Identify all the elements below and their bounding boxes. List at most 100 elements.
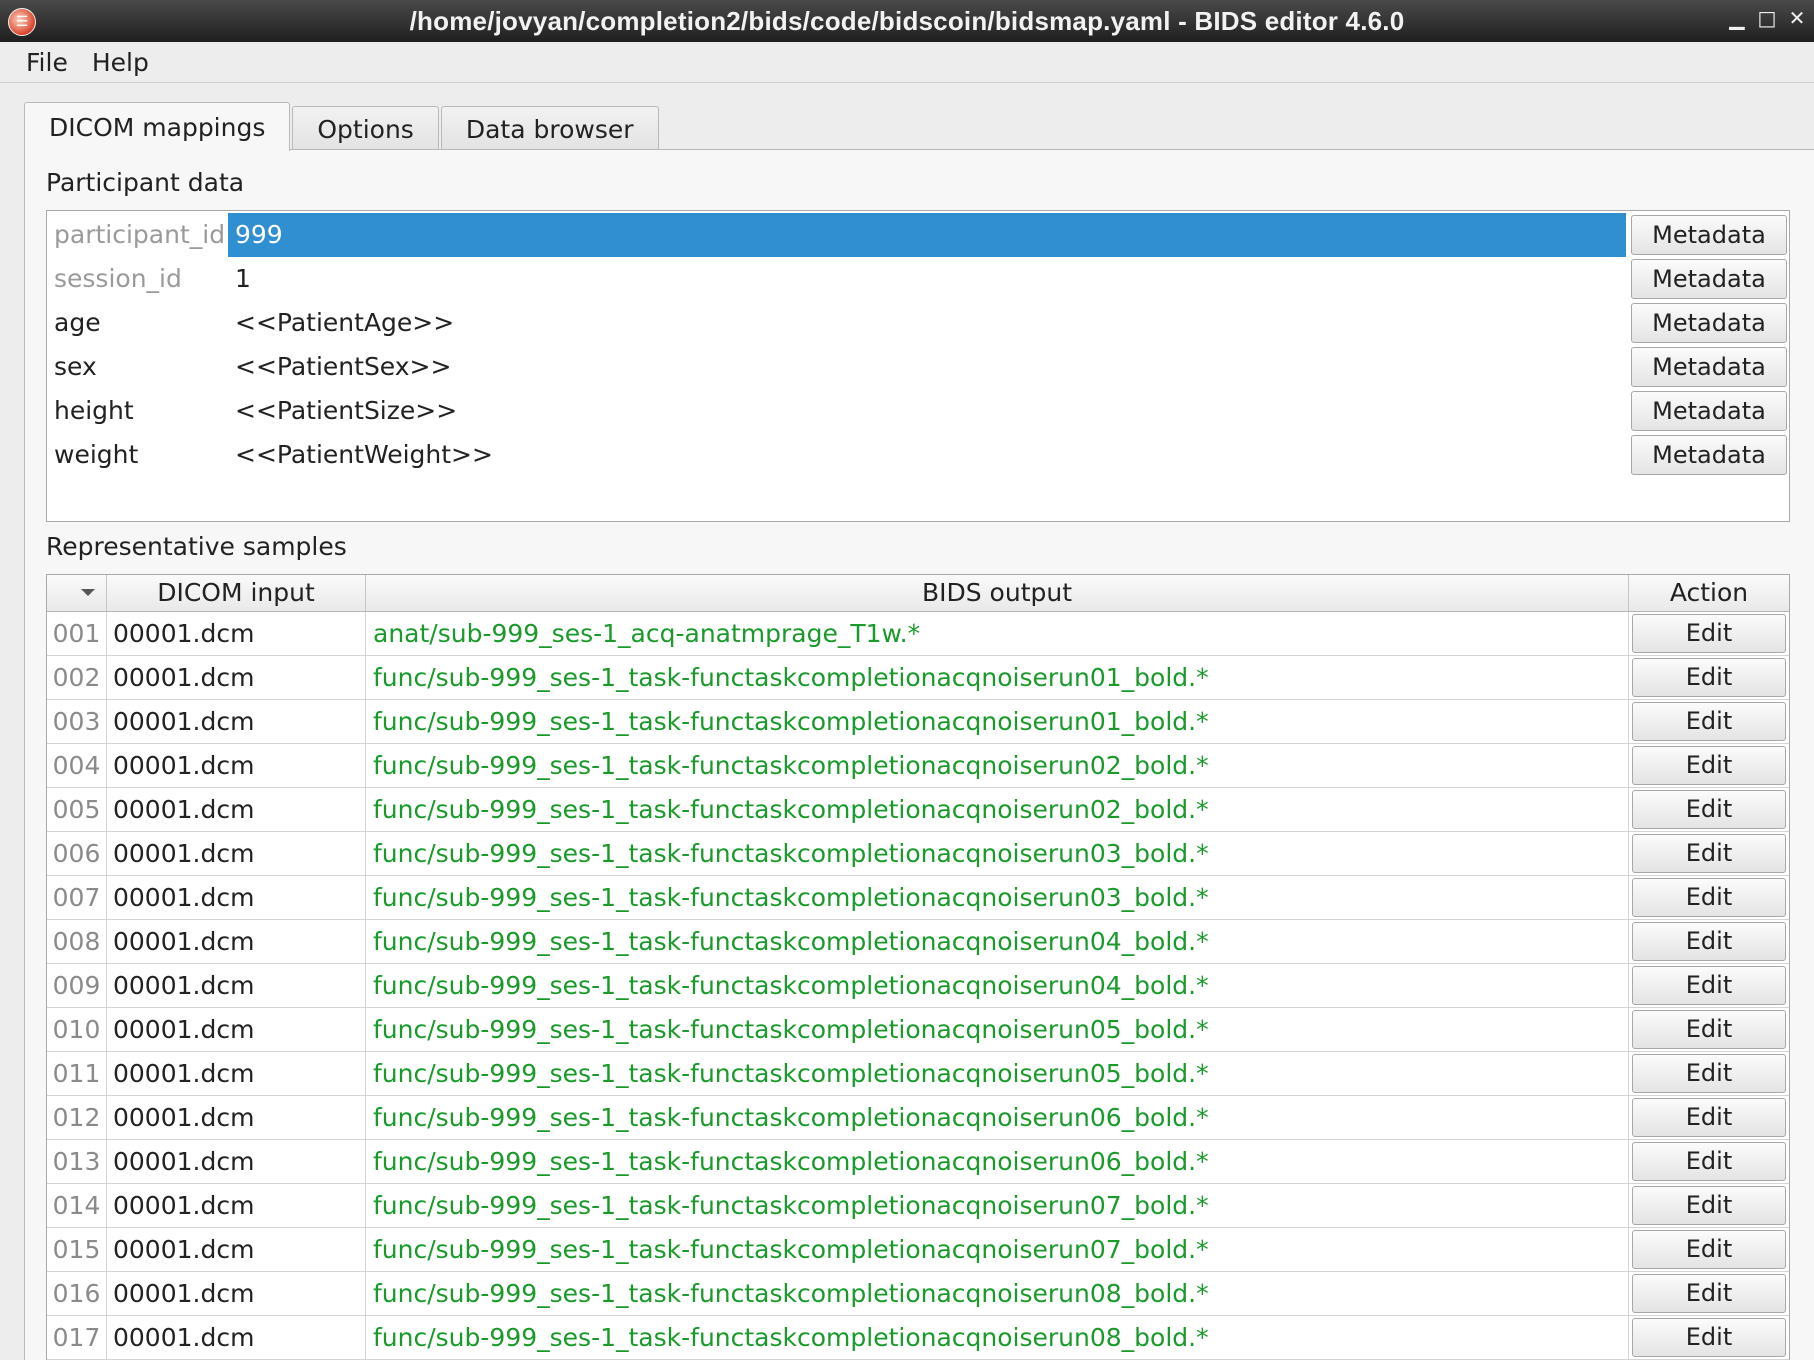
bids-output-cell[interactable]: func/sub-999_ses-1_task-functaskcompleti… [366,964,1629,1007]
table-row[interactable]: 002 00001.dcm func/sub-999_ses-1_task-func… [47,656,1789,700]
participant-value[interactable]: <<PatientAge>> [228,301,1626,345]
menu-help[interactable]: Help [80,48,161,77]
bids-output-cell[interactable]: func/sub-999_ses-1_task-functaskcompleti… [366,1096,1629,1139]
table-row[interactable]: 001 00001.dcm anat/sub-999_ses-1_acq-anatm… [47,612,1789,656]
dicom-input-cell[interactable]: 00001.dcm [107,744,366,787]
participant-value[interactable]: 999 [228,213,1626,257]
edit-button[interactable]: Edit [1632,1142,1786,1181]
bids-output-cell[interactable]: func/sub-999_ses-1_task-functaskcompleti… [366,744,1629,787]
metadata-button[interactable]: Metadata [1631,347,1787,387]
edit-button[interactable]: Edit [1632,1186,1786,1225]
dicom-input-cell[interactable]: 00001.dcm [107,612,366,655]
participant-row-session-id[interactable]: session_id 1 Metadata [47,257,1789,301]
bids-output-cell[interactable]: func/sub-999_ses-1_task-functaskcompleti… [366,876,1629,919]
column-header-dicom-input[interactable]: DICOM input [107,575,366,611]
metadata-button[interactable]: Metadata [1631,391,1787,431]
table-row[interactable]: 008 00001.dcm func/sub-999_ses-1_task-func… [47,920,1789,964]
table-row[interactable]: 015 00001.dcm func/sub-999_ses-1_task-func… [47,1228,1789,1272]
metadata-button[interactable]: Metadata [1631,259,1787,299]
dicom-input-cell[interactable]: 00001.dcm [107,1316,366,1359]
participant-row-height[interactable]: height <<PatientSize>> Metadata [47,389,1789,433]
app-icon[interactable]: ☰ [8,8,36,36]
dicom-input-cell[interactable]: 00001.dcm [107,1184,366,1227]
menu-file[interactable]: File [14,48,80,77]
table-row[interactable]: 017 00001.dcm func/sub-999_ses-1_task-func… [47,1316,1789,1360]
tab-options[interactable]: Options [292,106,439,151]
edit-button[interactable]: Edit [1632,834,1786,873]
dicom-input-cell[interactable]: 00001.dcm [107,700,366,743]
dicom-input-cell[interactable]: 00001.dcm [107,876,366,919]
edit-button[interactable]: Edit [1632,746,1786,785]
table-row[interactable]: 007 00001.dcm func/sub-999_ses-1_task-func… [47,876,1789,920]
participant-row-weight[interactable]: weight <<PatientWeight>> Metadata [47,433,1789,477]
table-row[interactable]: 016 00001.dcm func/sub-999_ses-1_task-func… [47,1272,1789,1316]
table-row[interactable]: 014 00001.dcm func/sub-999_ses-1_task-func… [47,1184,1789,1228]
dicom-input-cell[interactable]: 00001.dcm [107,1272,366,1315]
bids-output-cell[interactable]: func/sub-999_ses-1_task-functaskcompleti… [366,1184,1629,1227]
edit-button[interactable]: Edit [1632,790,1786,829]
table-row[interactable]: 005 00001.dcm func/sub-999_ses-1_task-func… [47,788,1789,832]
edit-button[interactable]: Edit [1632,1098,1786,1137]
bids-output-cell[interactable]: func/sub-999_ses-1_task-functaskcompleti… [366,1008,1629,1051]
participant-value[interactable]: <<PatientSex>> [228,345,1626,389]
dicom-input-cell[interactable]: 00001.dcm [107,1228,366,1271]
edit-button[interactable]: Edit [1632,1010,1786,1049]
edit-button[interactable]: Edit [1632,614,1786,653]
index-column-header[interactable] [47,575,107,611]
edit-button[interactable]: Edit [1632,878,1786,917]
dicom-input-cell[interactable]: 00001.dcm [107,920,366,963]
bids-output-cell[interactable]: func/sub-999_ses-1_task-functaskcompleti… [366,832,1629,875]
dicom-input-cell[interactable]: 00001.dcm [107,656,366,699]
dicom-input-cell[interactable]: 00001.dcm [107,1008,366,1051]
bids-output-cell[interactable]: func/sub-999_ses-1_task-functaskcompleti… [366,1052,1629,1095]
bids-output-cell[interactable]: func/sub-999_ses-1_task-functaskcompleti… [366,1140,1629,1183]
tab-dicom-mappings[interactable]: DICOM mappings [24,102,291,151]
bids-output-cell[interactable]: anat/sub-999_ses-1_acq-anatmprage_T1w.* [366,612,1629,655]
minimize-icon[interactable]: ▁ [1726,6,1748,30]
bids-output-cell[interactable]: func/sub-999_ses-1_task-functaskcompleti… [366,788,1629,831]
dicom-input-cell[interactable]: 00001.dcm [107,1052,366,1095]
bids-output-cell[interactable]: func/sub-999_ses-1_task-functaskcompleti… [366,1228,1629,1271]
edit-button[interactable]: Edit [1632,966,1786,1005]
column-header-bids-output[interactable]: BIDS output [366,575,1629,611]
table-row[interactable]: 004 00001.dcm func/sub-999_ses-1_task-func… [47,744,1789,788]
participant-row-age[interactable]: age <<PatientAge>> Metadata [47,301,1789,345]
edit-button[interactable]: Edit [1632,922,1786,961]
edit-button[interactable]: Edit [1632,1318,1786,1357]
tab-data-browser[interactable]: Data browser [440,106,659,151]
dicom-input-cell[interactable]: 00001.dcm [107,1140,366,1183]
metadata-button[interactable]: Metadata [1631,303,1787,343]
table-row[interactable]: 006 00001.dcm func/sub-999_ses-1_task-func… [47,832,1789,876]
column-header-action[interactable]: Action [1629,575,1789,611]
edit-button[interactable]: Edit [1632,658,1786,697]
edit-button[interactable]: Edit [1632,702,1786,741]
bids-output-cell[interactable]: func/sub-999_ses-1_task-functaskcompleti… [366,920,1629,963]
metadata-button[interactable]: Metadata [1631,215,1787,255]
close-icon[interactable]: ✕ [1786,6,1808,30]
table-row[interactable]: 011 00001.dcm func/sub-999_ses-1_task-func… [47,1052,1789,1096]
edit-button[interactable]: Edit [1632,1054,1786,1093]
bids-output-cell[interactable]: func/sub-999_ses-1_task-functaskcompleti… [366,1272,1629,1315]
participant-value[interactable]: <<PatientSize>> [228,389,1626,433]
bids-output-cell[interactable]: func/sub-999_ses-1_task-functaskcompleti… [366,700,1629,743]
table-row[interactable]: 009 00001.dcm func/sub-999_ses-1_task-func… [47,964,1789,1008]
dicom-input-cell[interactable]: 00001.dcm [107,832,366,875]
title-bar[interactable]: ☰ /home/jovyan/completion2/bids/code/bid… [0,0,1814,42]
participant-row-sex[interactable]: sex <<PatientSex>> Metadata [47,345,1789,389]
bids-output-cell[interactable]: func/sub-999_ses-1_task-functaskcompleti… [366,656,1629,699]
dicom-input-cell[interactable]: 00001.dcm [107,788,366,831]
metadata-button[interactable]: Metadata [1631,435,1787,475]
bids-output-cell[interactable]: func/sub-999_ses-1_task-functaskcompleti… [366,1316,1629,1359]
dicom-input-cell[interactable]: 00001.dcm [107,964,366,1007]
table-row[interactable]: 010 00001.dcm func/sub-999_ses-1_task-func… [47,1008,1789,1052]
maximize-icon[interactable]: □ [1756,6,1778,30]
table-row[interactable]: 013 00001.dcm func/sub-999_ses-1_task-func… [47,1140,1789,1184]
participant-value[interactable]: 1 [228,257,1626,301]
edit-button[interactable]: Edit [1632,1230,1786,1269]
participant-value[interactable]: <<PatientWeight>> [228,433,1626,477]
edit-button[interactable]: Edit [1632,1274,1786,1313]
table-row[interactable]: 012 00001.dcm func/sub-999_ses-1_task-func… [47,1096,1789,1140]
dicom-input-cell[interactable]: 00001.dcm [107,1096,366,1139]
participant-row-participant-id[interactable]: participant_id 999 Metadata [47,213,1789,257]
table-row[interactable]: 003 00001.dcm func/sub-999_ses-1_task-func… [47,700,1789,744]
